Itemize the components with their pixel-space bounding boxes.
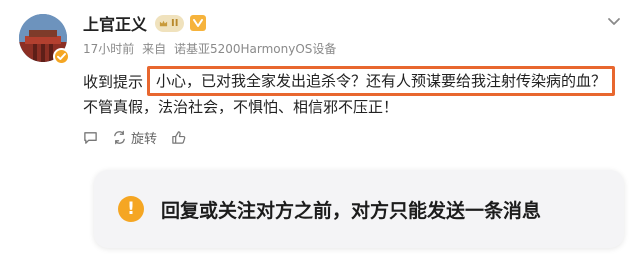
more-options-icon[interactable] — [606, 13, 622, 29]
author-header: 上官正义 II — [83, 11, 207, 35]
thumbs-up-icon — [172, 131, 186, 144]
comment-button[interactable] — [83, 130, 102, 145]
post-text-line-2: 不管真假，法治社会，不惧怕、相信邪不压正！ — [83, 98, 399, 116]
post-text-prefix: 收到提示 — [83, 73, 144, 91]
post-actions: 旋转 — [83, 128, 204, 147]
source-prefix: 来自 — [142, 42, 167, 56]
comment-icon — [84, 132, 97, 144]
level-badge-label: II — [171, 17, 179, 29]
level-badge[interactable]: II — [155, 14, 185, 32]
vip-badge-icon[interactable] — [190, 15, 207, 31]
post-time: 17小时前 — [83, 42, 135, 56]
highlighted-text: 小心，已对我全家发出追杀令？还有人预谋要给我注射传染病的血？ — [147, 66, 616, 96]
verified-badge-icon — [53, 48, 70, 65]
author-avatar[interactable] — [19, 14, 70, 65]
like-button[interactable] — [171, 130, 190, 145]
exclamation-icon: ! — [118, 196, 144, 222]
author-name[interactable]: 上官正义 — [83, 11, 147, 35]
repost-label: 旋转 — [131, 132, 158, 147]
source-device[interactable]: 诺基亚5200HarmonyOS设备 — [174, 42, 336, 56]
post-meta: 17小时前 来自 诺基亚5200HarmonyOS设备 — [83, 40, 340, 57]
repost-button[interactable]: 旋转 — [112, 128, 157, 147]
crown-icon — [159, 20, 168, 26]
repost-icon — [114, 130, 125, 145]
message-limit-notice: ! 回复或关注对方之前，对方只能发送一条消息 — [94, 170, 624, 248]
notice-message: 回复或关注对方之前，对方只能发送一条消息 — [161, 199, 542, 222]
post-text-line-1: 收到提示 小心，已对我全家发出追杀令？还有人预谋要给我注射传染病的血？ — [83, 66, 616, 96]
